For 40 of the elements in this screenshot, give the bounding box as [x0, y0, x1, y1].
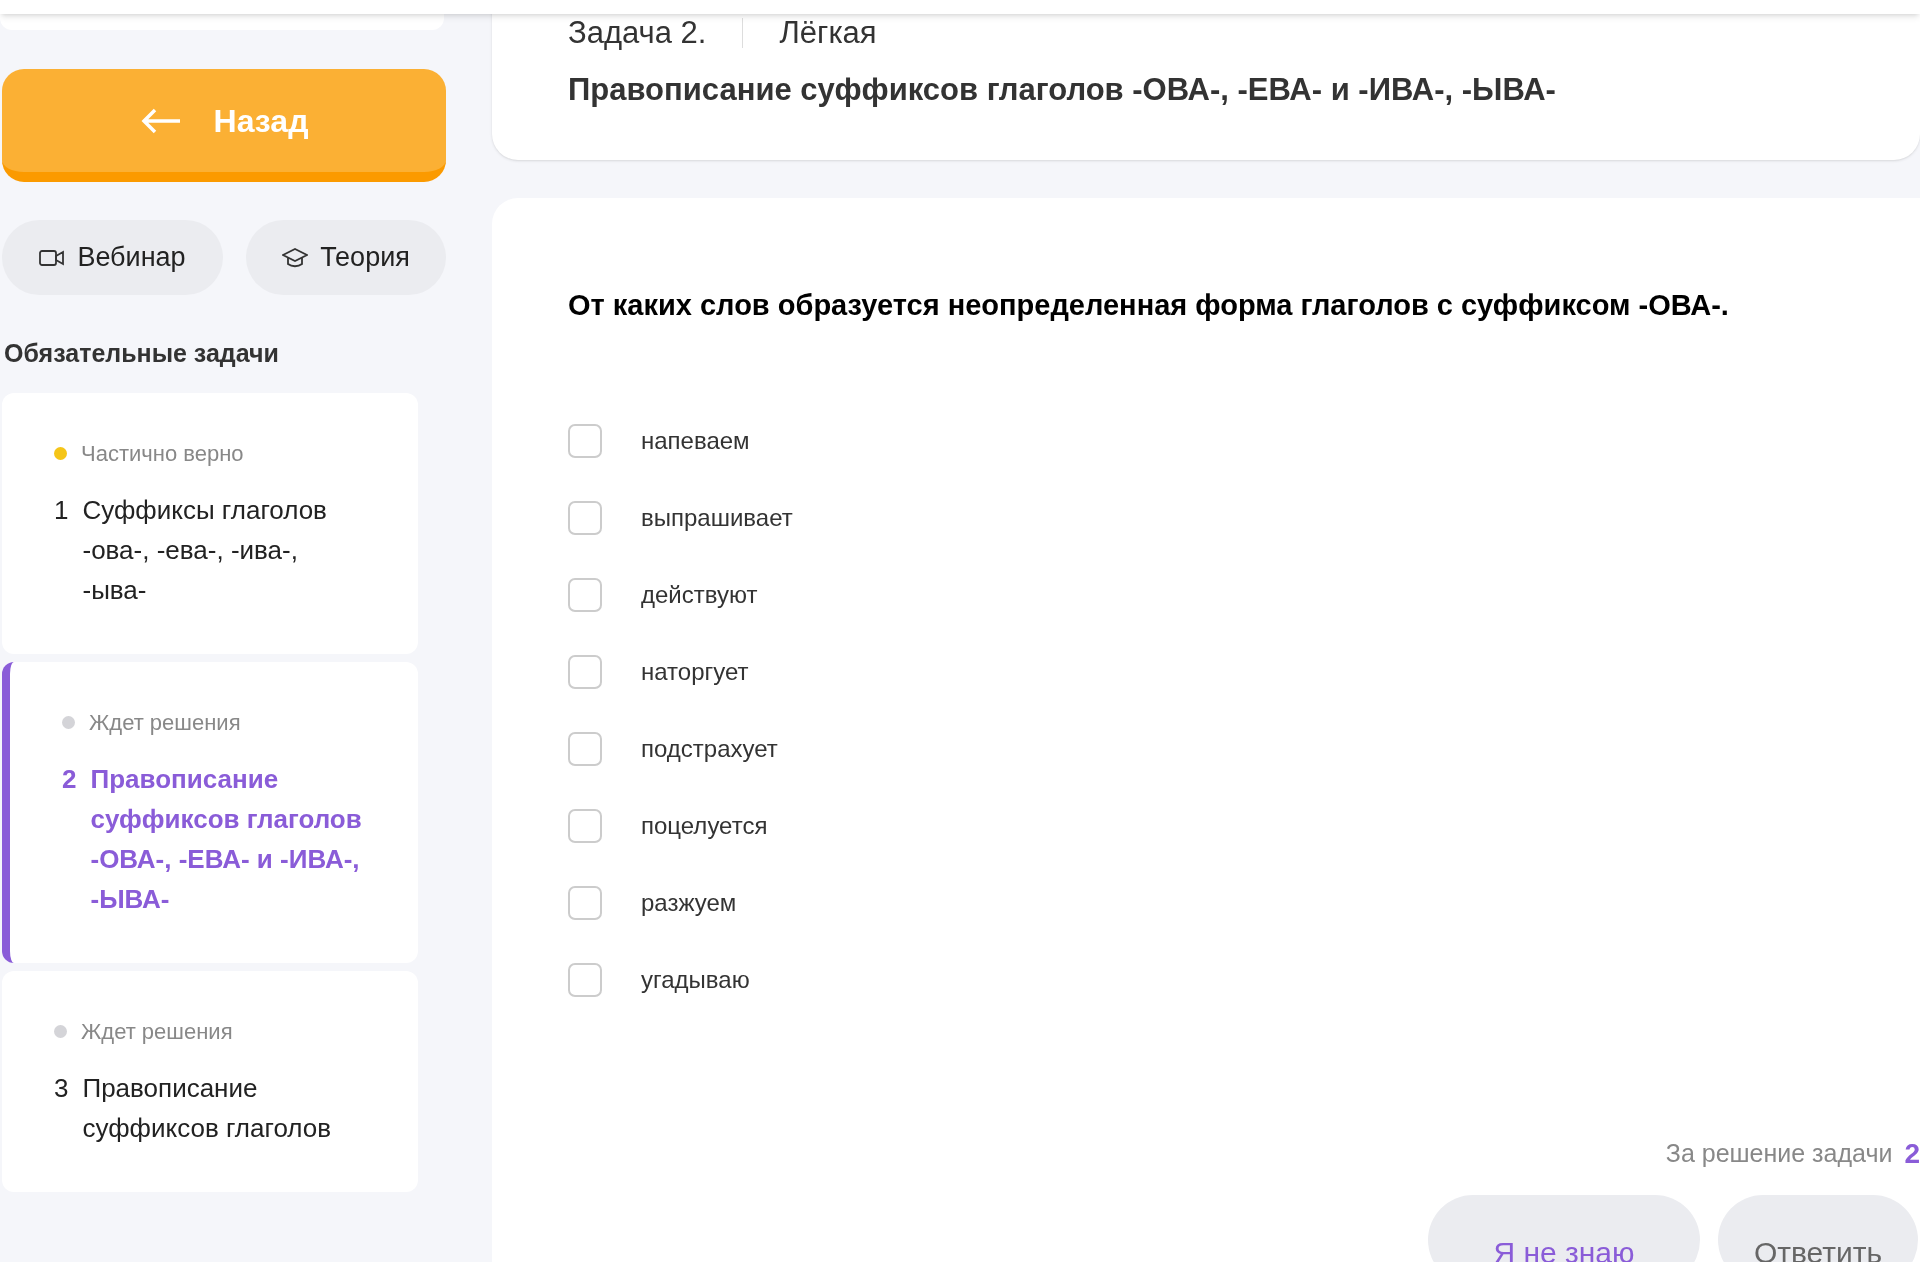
arrow-left-icon: [139, 106, 182, 135]
checkbox[interactable]: [568, 577, 602, 612]
task-card[interactable]: Ждет решения 2 Правописание суффиксов глаголов -ОВА-, -ЕВА- и -ИВА-, -ЫВА-: [2, 661, 418, 963]
checkbox[interactable]: [568, 654, 602, 689]
option-label: выпрашивает: [641, 502, 793, 533]
task-number: 2: [62, 762, 77, 796]
option-label: наторгует: [641, 656, 749, 687]
task-status: Ждет решения: [81, 1017, 233, 1046]
option-label: подстрахует: [641, 733, 778, 764]
task-title: Суффиксы глаголов -ова-, -ева-, -ива-, -ыва-: [82, 493, 328, 607]
option-label: поцелуется: [641, 810, 768, 841]
question-text: От каких слов образуется неопределенная форма глаголов с суффиксом -ОВА-.: [568, 288, 1730, 323]
reward-value: 2: [1904, 1137, 1920, 1171]
option-label: действуют: [641, 579, 758, 610]
checkbox[interactable]: [568, 423, 602, 458]
webinar-button[interactable]: Вебинар: [2, 220, 223, 295]
reward-label: За решение задачи: [1665, 1138, 1893, 1170]
difficulty-label: Лёгкая: [779, 14, 877, 52]
graduation-cap-icon: [282, 246, 309, 269]
option-label: напеваем: [641, 425, 750, 456]
task-card[interactable]: Ждет решения 3 Правописание суффиксов глаголов: [2, 970, 418, 1192]
checkbox[interactable]: [568, 962, 602, 997]
checkbox[interactable]: [568, 885, 602, 920]
task-status: Ждет решения: [89, 708, 241, 737]
section-title: Обязательные задачи: [4, 338, 280, 369]
task-title: Правописание суффиксов глаголов: [82, 1071, 333, 1145]
task-status: Частично верно: [81, 439, 244, 468]
option-label: угадываю: [641, 964, 750, 995]
theory-button[interactable]: Теория: [246, 220, 446, 295]
task-number: 1: [54, 493, 69, 527]
task-number: 3: [54, 1071, 69, 1105]
task-label: Задача 2.: [568, 14, 707, 52]
task-title: Правописание суффиксов глаголов -ОВА-, -ЕВА- и -ИВА-, -ЫВА-: [90, 762, 363, 916]
task-card[interactable]: Частично верно 1 Суффиксы глаголов -ова-, -ева-, -ива-, -ыва-: [2, 392, 418, 654]
checkbox[interactable]: [568, 731, 602, 766]
option-label: разжуем: [641, 887, 737, 918]
video-camera-icon: [39, 247, 66, 268]
checkbox[interactable]: [568, 808, 602, 843]
task-title: Правописание суффиксов глаголов -ОВА-, -ЕВА- и -ИВА-, -ЫВА-: [568, 70, 1557, 109]
checkbox[interactable]: [568, 500, 602, 535]
